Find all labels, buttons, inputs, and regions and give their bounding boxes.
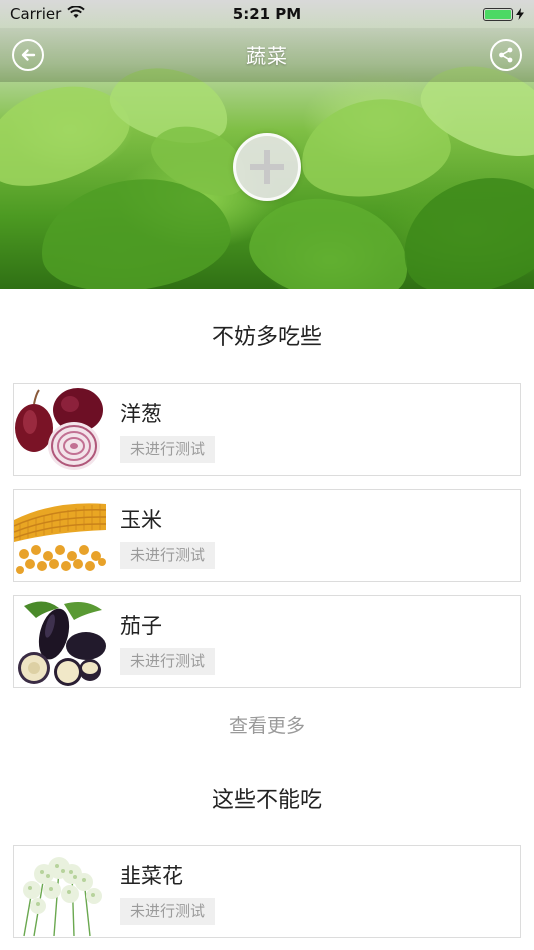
section-title-recommended: 不妨多吃些 xyxy=(211,325,322,350)
carrier-label: Carrier xyxy=(10,5,62,23)
status-badge: 未进行测试 xyxy=(120,436,216,463)
list-item-onion[interactable]: 洋葱 未进行测试 xyxy=(13,383,521,476)
status-bar: Carrier 5:21 PM xyxy=(0,0,534,28)
item-name: 玉米 xyxy=(120,508,162,532)
plus-icon xyxy=(250,150,284,184)
item-name: 茄子 xyxy=(120,614,162,638)
view-more-link[interactable]: 查看更多 xyxy=(0,711,534,738)
list-item-eggplant[interactable]: 茄子 未进行测试 xyxy=(13,595,521,688)
status-badge: 未进行测试 xyxy=(120,898,216,925)
section-title-avoid: 这些不能吃 xyxy=(211,788,322,813)
list-item-chive-flower[interactable]: 韭菜花 未进行测试 xyxy=(13,845,521,938)
page-title: 蔬菜 xyxy=(246,44,288,68)
battery-icon xyxy=(483,7,524,21)
item-name: 韭菜花 xyxy=(120,864,183,888)
status-badge: 未进行测试 xyxy=(120,542,216,569)
wifi-icon xyxy=(67,5,86,23)
chive-flower-image xyxy=(14,846,106,937)
corn-image xyxy=(14,490,106,581)
list-item-corn[interactable]: 玉米 未进行测试 xyxy=(13,489,521,582)
share-button[interactable] xyxy=(490,39,522,71)
share-icon xyxy=(499,47,513,63)
onion-image xyxy=(14,384,106,475)
item-name: 洋葱 xyxy=(120,402,162,426)
eggplant-image xyxy=(14,596,106,687)
add-button[interactable] xyxy=(233,133,301,201)
status-badge: 未进行测试 xyxy=(120,648,216,675)
nav-bar: 蔬菜 xyxy=(0,28,534,82)
